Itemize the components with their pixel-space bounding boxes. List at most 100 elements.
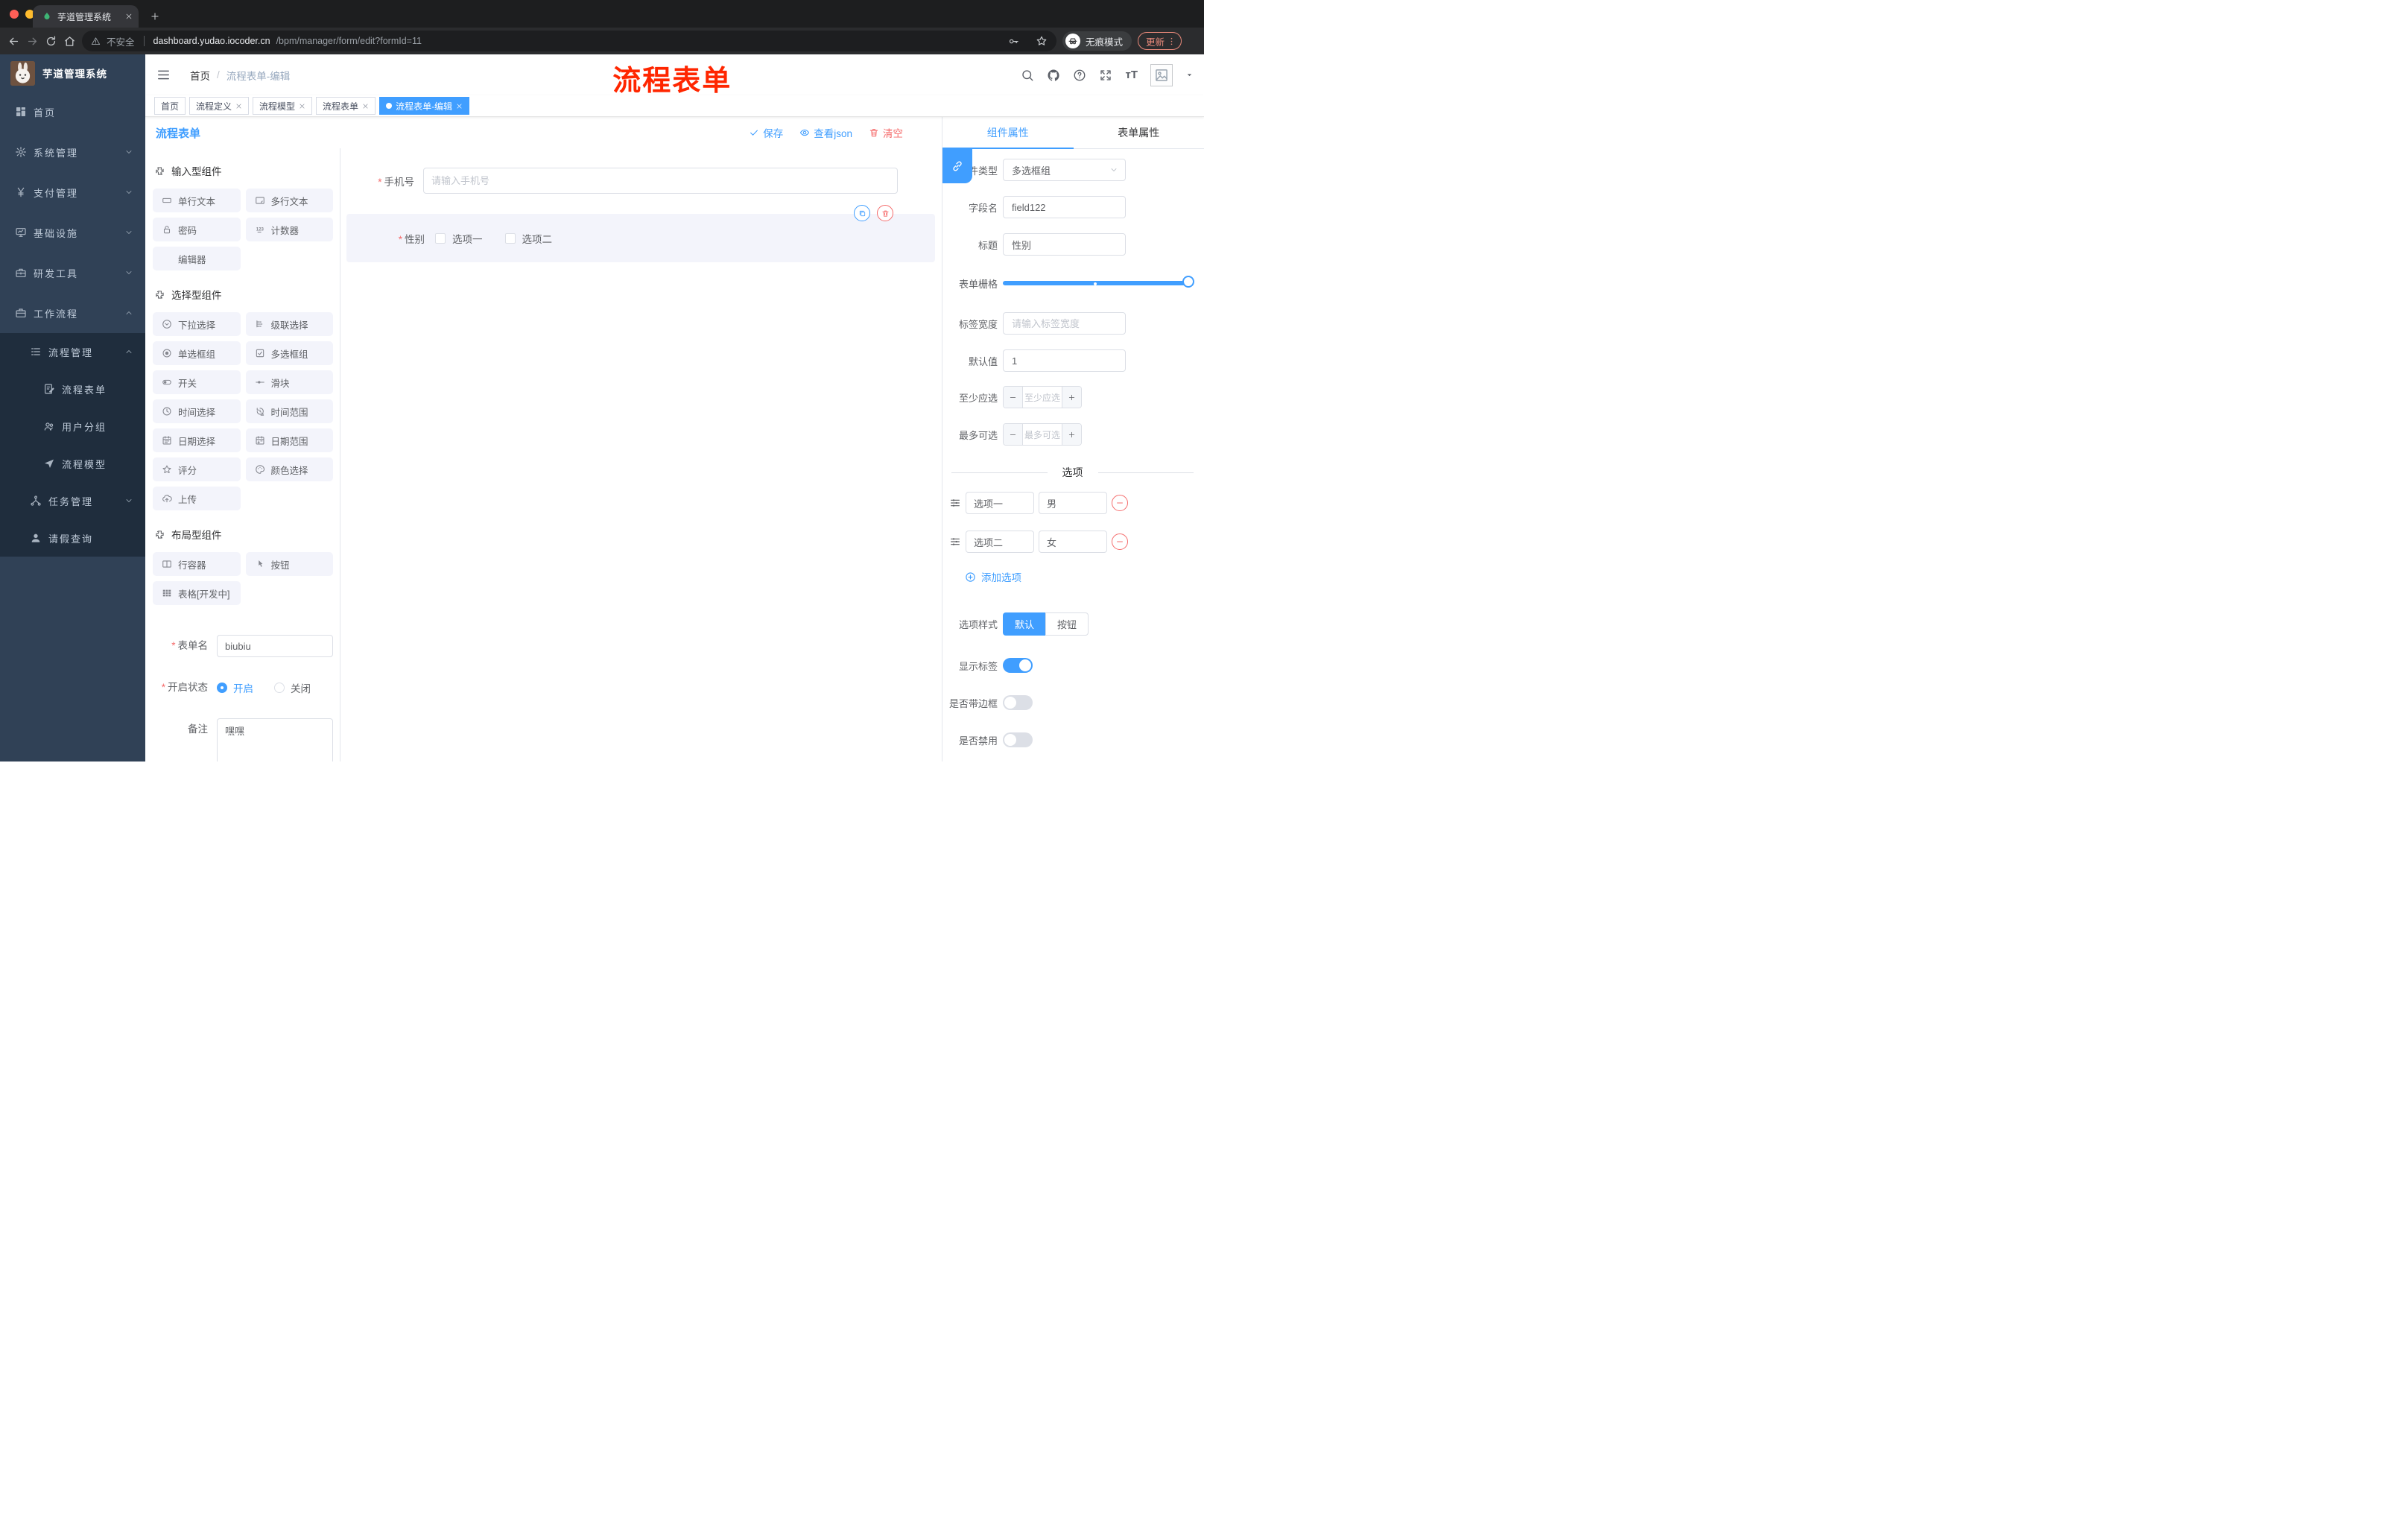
delete-component-button[interactable] (877, 205, 893, 221)
address-bar[interactable]: 不安全 dashboard.yudao.iocoder.cn/bpm/manag… (82, 31, 1056, 51)
palette-item-color-picker[interactable]: 颜色选择 (245, 457, 333, 481)
reload-icon[interactable] (45, 35, 57, 48)
palette-item-time-picker[interactable]: 时间选择 (153, 399, 241, 423)
back-icon[interactable] (7, 35, 20, 48)
avatar[interactable] (1150, 63, 1173, 86)
bookmark-star-icon[interactable] (1036, 35, 1048, 47)
title-input[interactable] (1003, 233, 1126, 256)
stepper-decrease-button[interactable] (1004, 387, 1023, 408)
close-icon[interactable] (362, 103, 369, 110)
close-icon[interactable] (299, 103, 305, 110)
palette-item-radio-group[interactable]: 单选框组 (153, 341, 241, 365)
tag-process-definition[interactable]: 流程定义 (189, 97, 250, 115)
breadcrumb-home[interactable]: 首页 (190, 68, 210, 83)
add-option-button[interactable]: 添加选项 (965, 569, 1204, 584)
palette-item-password[interactable]: 密码 (153, 218, 241, 241)
stepper-increase-button[interactable] (1062, 424, 1081, 445)
tag-process-form-edit[interactable]: 流程表单-编辑 (379, 97, 470, 115)
clear-button[interactable]: 清空 (869, 125, 903, 140)
form-remark-textarea[interactable]: 嘿嘿 (217, 718, 333, 762)
palette-item-date-picker[interactable]: 日期选择 (153, 428, 241, 452)
browser-menu-icon[interactable] (1167, 37, 1176, 46)
sidebar-item-workflow[interactable]: 工作流程 (0, 293, 145, 333)
key-icon[interactable] (1008, 36, 1019, 47)
min-select-placeholder[interactable]: 至少应选 (1023, 387, 1062, 408)
gender-field-block-selected[interactable]: * 性别 选项一 选项二 (346, 205, 935, 262)
view-json-button[interactable]: 查看json (799, 125, 852, 140)
tab-form-props[interactable]: 表单属性 (1074, 117, 1205, 148)
slider-thumb[interactable] (1182, 276, 1194, 288)
palette-item-switch[interactable]: 开关 (153, 370, 241, 394)
tag-process-form[interactable]: 流程表单 (316, 97, 376, 115)
palette-item-button[interactable]: 按钮 (245, 552, 333, 576)
palette-item-row-container[interactable]: 行容器 (153, 552, 241, 576)
palette-item-dropdown-select[interactable]: 下拉选择 (153, 312, 241, 336)
sidebar-item-process-form[interactable]: 流程表单 (0, 370, 145, 408)
phone-field-row[interactable]: * 手机号 (340, 168, 942, 194)
close-icon[interactable] (235, 103, 242, 110)
default-value-input[interactable] (1003, 349, 1126, 372)
option-name-input[interactable] (966, 492, 1034, 514)
help-icon[interactable] (1073, 69, 1086, 82)
sidebar-item-dev-tools[interactable]: 研发工具 (0, 253, 145, 293)
field-name-input[interactable] (1003, 196, 1126, 218)
remove-option-button[interactable] (1112, 533, 1128, 550)
gender-option-checkbox-2[interactable]: 选项二 (504, 231, 552, 246)
palette-item-editor[interactable]: 编辑器 (153, 247, 241, 270)
sidebar-item-task-mgmt[interactable]: 任务管理 (0, 482, 145, 519)
palette-item-counter[interactable]: 123 计数器 (245, 218, 333, 241)
sidebar-item-user-group[interactable]: 用户分组 (0, 408, 145, 445)
palette-item-single-line-text[interactable]: 单行文本 (153, 189, 241, 212)
tab-close-icon[interactable] (125, 13, 133, 20)
form-name-input[interactable] (217, 635, 333, 657)
stepper-decrease-button[interactable] (1004, 424, 1023, 445)
palette-item-cascader-select[interactable]: 级联选择 (245, 312, 333, 336)
toggle-disabled[interactable] (1003, 732, 1033, 747)
toggle-with-border[interactable] (1003, 695, 1033, 710)
font-size-icon[interactable]: тT (1125, 69, 1138, 81)
sidebar-item-process-mgmt[interactable]: 流程管理 (0, 333, 145, 370)
palette-item-date-range[interactable]: 日期范围 (245, 428, 333, 452)
close-icon[interactable] (456, 103, 463, 110)
hamburger-icon[interactable] (156, 68, 171, 82)
tag-home[interactable]: 首页 (154, 97, 186, 115)
drag-handle-icon[interactable] (949, 536, 961, 548)
copy-component-button[interactable] (854, 205, 870, 221)
forward-icon[interactable] (26, 35, 39, 48)
sidebar-item-process-model[interactable]: 流程模型 (0, 445, 145, 482)
palette-item-slider[interactable]: 滑块 (245, 370, 333, 394)
toggle-show-label[interactable] (1003, 658, 1033, 673)
label-width-input[interactable] (1003, 312, 1126, 335)
option-value-input[interactable] (1039, 531, 1107, 553)
gender-option-checkbox-1[interactable]: 选项一 (435, 231, 483, 246)
fullscreen-icon[interactable] (1099, 69, 1112, 82)
sidebar-item-infrastructure[interactable]: 基础设施 (0, 212, 145, 253)
palette-item-time-range[interactable]: 时间范围 (245, 399, 333, 423)
link-tab-button[interactable] (942, 149, 972, 183)
status-open-radio[interactable]: 开启 (217, 680, 253, 695)
form-grid-slider[interactable] (1003, 272, 1194, 294)
search-icon[interactable] (1021, 69, 1034, 82)
github-icon[interactable] (1047, 69, 1060, 82)
form-canvas[interactable]: *手机号 *性别 选项一 选项二 (340, 148, 942, 762)
browser-update-button[interactable]: 更新 (1138, 32, 1182, 50)
style-button-segment[interactable]: 按钮 (1045, 612, 1089, 636)
home-icon[interactable] (63, 35, 76, 48)
new-tab-button[interactable] (146, 7, 164, 25)
chevron-down-icon[interactable] (1185, 71, 1194, 79)
sidebar-item-payment-mgmt[interactable]: 支付管理 (0, 172, 145, 212)
max-select-placeholder[interactable]: 最多可选 (1023, 424, 1062, 445)
phone-input[interactable] (423, 168, 898, 194)
palette-item-upload[interactable]: 上传 (153, 487, 241, 510)
option-value-input[interactable] (1039, 492, 1107, 514)
stepper-increase-button[interactable] (1062, 387, 1081, 408)
close-window-button[interactable] (10, 10, 19, 19)
save-button[interactable]: 保存 (749, 125, 783, 140)
palette-item-table-dev[interactable]: 表格[开发中] (153, 581, 241, 605)
tag-process-model[interactable]: 流程模型 (253, 97, 313, 115)
drag-handle-icon[interactable] (949, 497, 961, 509)
style-default-segment[interactable]: 默认 (1003, 612, 1046, 636)
sidebar-item-system-mgmt[interactable]: 系统管理 (0, 132, 145, 172)
option-name-input[interactable] (966, 531, 1034, 553)
palette-item-rate[interactable]: 评分 (153, 457, 241, 481)
